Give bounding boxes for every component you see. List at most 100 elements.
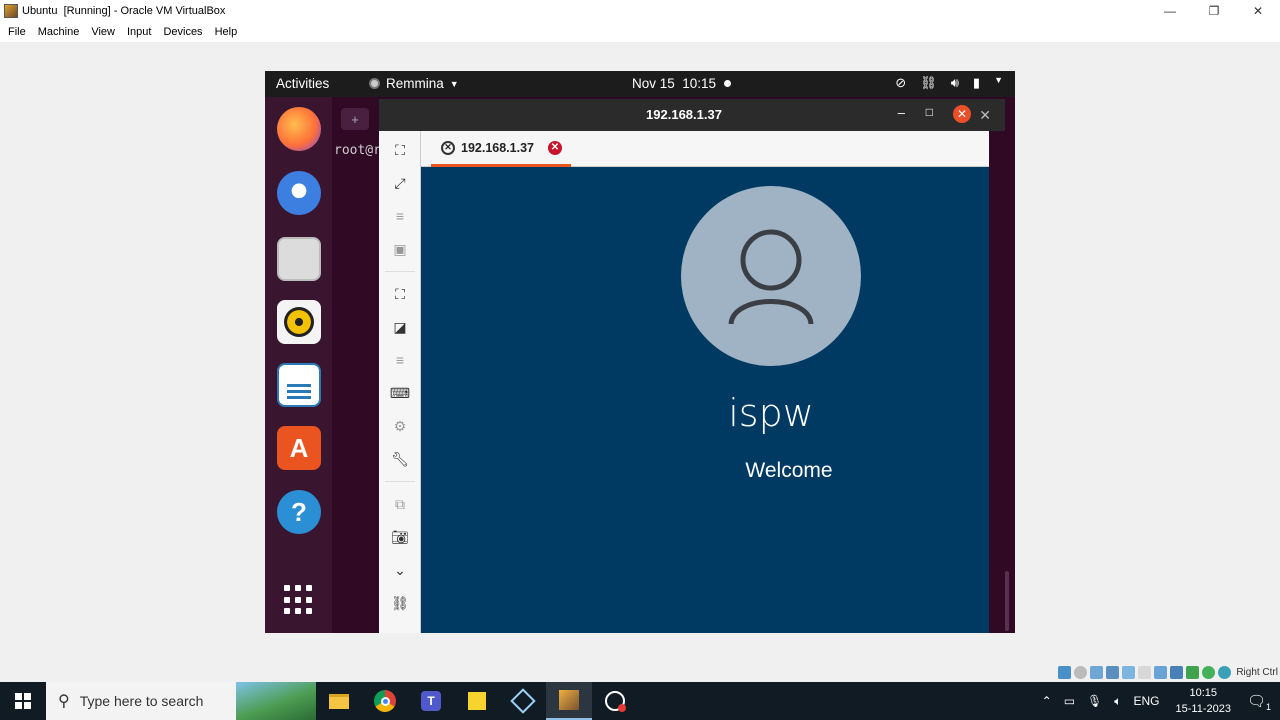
menu-devices[interactable]: Devices <box>157 26 208 38</box>
tab-close-icon[interactable]: ✕ <box>548 140 562 155</box>
remmina-maximize-button[interactable]: □ <box>926 105 933 119</box>
ubuntu-top-bar: Activities Remmina ▼ Nov 15 10:15 ⊘ ⛓ 🔊︎… <box>265 71 1015 97</box>
system-tray: ⌃ ▭ 🎙︎ 🔈︎ ENG 10:15 15-11-2023 🗨︎ 1 <box>1036 682 1280 720</box>
video-capture-icon[interactable] <box>1170 665 1184 679</box>
taskbar-search[interactable]: ⚲ Type here to search <box>46 682 316 720</box>
remmina-tray-icon[interactable]: ⊘ <box>895 75 906 91</box>
date-time: Nov 15 10:15 <box>632 76 717 91</box>
show-hidden-icons-icon[interactable]: ⌃ <box>1042 694 1052 708</box>
menu-help[interactable]: Help <box>209 26 244 38</box>
close-button[interactable]: ✕ <box>1236 0 1280 22</box>
language-indicator[interactable]: ENG <box>1133 694 1159 708</box>
file-explorer-icon[interactable] <box>316 682 362 720</box>
hard-disk-icon[interactable] <box>1058 665 1072 679</box>
speaker-icon[interactable]: 🔈︎ <box>1114 694 1121 709</box>
chrome-icon[interactable] <box>362 682 408 720</box>
clock-button[interactable]: Nov 15 10:15 <box>632 76 732 91</box>
disconnect-icon[interactable]: ⛓ <box>389 592 411 614</box>
network-adapter-icon[interactable] <box>1106 665 1120 679</box>
screenshot-icon[interactable]: 📷︎ <box>389 526 411 548</box>
remmina-close-button[interactable]: ✕ <box>953 105 971 123</box>
host-key-label: Right Ctrl <box>1236 666 1278 678</box>
microphone-icon[interactable]: 🎙︎ <box>1087 694 1102 708</box>
terminal-prompt: root@r <box>334 143 381 158</box>
tab-label: 192.168.1.37 <box>461 140 534 155</box>
app-menu-label: Remmina <box>386 76 444 91</box>
notification-center-icon[interactable]: 🗨︎ 1 <box>1247 692 1271 712</box>
remote-desktop-view[interactable]: ispw Welcome <box>421 167 989 633</box>
vbox-window-title: Ubuntu [Running] - Oracle VM VirtualBox <box>22 5 226 17</box>
rhythmbox-icon[interactable] <box>277 300 321 344</box>
sticky-notes-icon[interactable] <box>454 682 500 720</box>
terminal-scrollbar[interactable] <box>1005 571 1009 631</box>
volume-icon: 🔊︎ <box>950 75 959 90</box>
screen-recorder-icon[interactable] <box>592 682 638 720</box>
thunderbird-icon[interactable] <box>277 171 321 215</box>
keyboard-grab-icon[interactable]: ⌨ <box>389 382 411 404</box>
ubuntu-dock: A ? <box>265 97 332 633</box>
mouse-integration-icon[interactable] <box>1218 665 1232 679</box>
show-applications-icon[interactable] <box>284 585 314 615</box>
tools-icon[interactable]: 🔧︎ <box>389 448 411 470</box>
fit-window-icon[interactable]: ⛶ <box>389 139 411 161</box>
notification-dot-icon <box>724 80 732 87</box>
app-menu[interactable]: Remmina ▼ <box>369 76 459 91</box>
windows-taskbar: ⚲ Type here to search T ⌃ ▭ 🎙︎ 🔈︎ ENG 10… <box>0 682 1280 720</box>
usb-icon[interactable] <box>1122 665 1136 679</box>
terminal-new-tab-button[interactable]: + <box>341 108 369 130</box>
menu-input[interactable]: Input <box>121 26 157 38</box>
firefox-icon[interactable] <box>277 107 321 151</box>
help-icon[interactable]: ? <box>277 490 321 534</box>
search-icon: ⚲ <box>58 693 70 710</box>
files-icon[interactable] <box>277 237 321 281</box>
minimize-button[interactable]: — <box>1148 0 1192 22</box>
menu-file[interactable]: File <box>2 26 32 38</box>
teams-icon[interactable]: T <box>408 682 454 720</box>
remote-username: ispw <box>728 391 814 435</box>
scaled-mode-icon[interactable]: ≡ <box>389 349 411 371</box>
menu-view[interactable]: View <box>85 26 121 38</box>
vmware-icon[interactable] <box>500 682 546 720</box>
network-icon: ⛓ <box>920 75 937 90</box>
taskbar-clock[interactable]: 10:15 15-11-2023 <box>1176 685 1231 717</box>
caret-down-icon: ▼ <box>449 78 459 89</box>
menu-lines-icon[interactable]: ≡ <box>389 205 411 227</box>
dynamic-resolution-icon[interactable]: ◪ <box>389 316 411 338</box>
preferences-icon[interactable]: ⚙ <box>389 415 411 437</box>
menu-machine[interactable]: Machine <box>32 26 86 38</box>
restore-button[interactable]: ❐ <box>1192 0 1236 22</box>
remmina-titlebar: 192.168.1.37 – □ ✕ ✕ <box>379 99 1005 131</box>
activities-button[interactable]: Activities <box>276 76 329 91</box>
fullscreen-icon[interactable]: ⤢ <box>389 172 411 194</box>
windows-logo-icon <box>15 693 31 709</box>
connection-status-icon: ✕ <box>441 140 455 155</box>
virtualbox-app-icon <box>4 4 18 18</box>
system-tray[interactable]: ⊘ ⛓ 🔊︎ ▮ ▼ <box>895 75 1003 91</box>
battery-icon[interactable]: ▭ <box>1064 694 1075 708</box>
cpu-icon[interactable] <box>1202 665 1216 679</box>
taskbar-time: 10:15 <box>1189 687 1217 699</box>
start-button[interactable] <box>0 682 46 720</box>
app-center-icon[interactable]: A <box>277 426 321 470</box>
shared-folders-icon[interactable] <box>1138 665 1152 679</box>
scale-icon[interactable]: ⛶ <box>389 283 411 305</box>
tab-connection[interactable]: ✕ 192.168.1.37 ✕ <box>431 131 571 167</box>
vbox-menubar: File Machine View Input Devices Help <box>0 22 1280 42</box>
terminal-close-icon[interactable]: ✕ <box>979 107 991 124</box>
display-icon[interactable] <box>1154 665 1168 679</box>
multi-monitor-icon[interactable]: ▣ <box>389 238 411 260</box>
audio-icon[interactable] <box>1090 665 1104 679</box>
notification-count: 1 <box>1265 702 1271 712</box>
optical-drive-icon[interactable] <box>1074 665 1088 679</box>
system-menu-caret-icon: ▼ <box>994 75 1003 85</box>
remmina-minimize-button[interactable]: – <box>898 105 905 120</box>
minimize-toolbar-icon[interactable]: ⌄ <box>389 559 411 581</box>
guest-screen[interactable]: + root@r Activities Remmina ▼ Nov 15 10:… <box>265 71 1015 633</box>
taskbar-date: 15-11-2023 <box>1175 703 1231 715</box>
guest-additions-icon[interactable] <box>1186 665 1200 679</box>
virtualbox-taskbar-icon[interactable] <box>546 682 592 720</box>
remote-welcome-text: Welcome <box>745 459 833 482</box>
duplicate-connection-icon[interactable]: ⧉ <box>389 493 411 515</box>
libreoffice-writer-icon[interactable] <box>277 363 321 407</box>
remmina-tabbar: ✕ 192.168.1.37 ✕ <box>421 131 989 167</box>
